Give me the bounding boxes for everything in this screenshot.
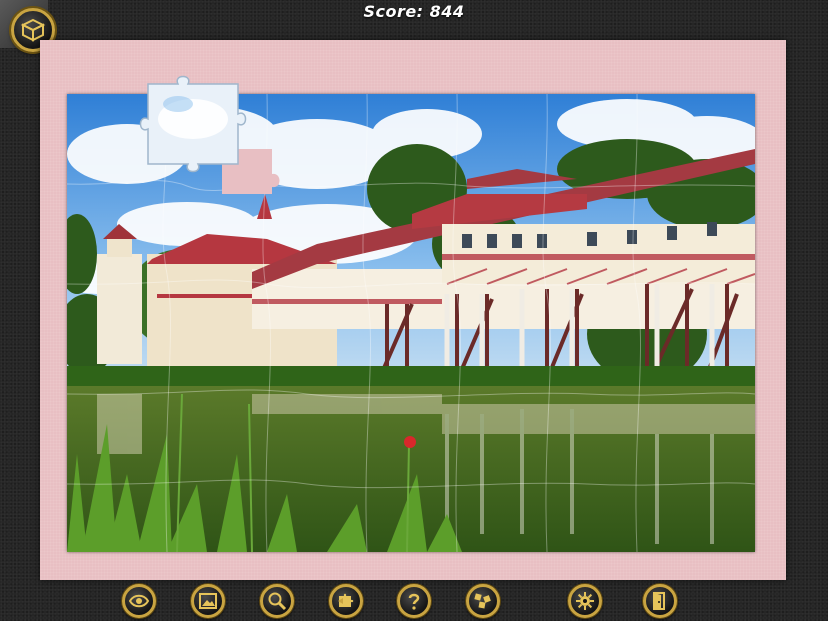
- background-button[interactable]: [191, 584, 225, 618]
- magnifier-icon: [268, 592, 287, 611]
- eye-icon: [129, 594, 149, 608]
- piece-shape-button[interactable]: [329, 584, 363, 618]
- settings-button[interactable]: [568, 584, 602, 618]
- question-mark-icon: [408, 593, 420, 610]
- score-display: Score: 844: [363, 2, 465, 21]
- edge-pieces-button[interactable]: [466, 584, 500, 618]
- preview-button[interactable]: [122, 584, 156, 618]
- hint-button[interactable]: [397, 584, 431, 618]
- picture-frame-icon: [199, 593, 217, 609]
- door-exit-icon: [653, 592, 665, 610]
- zoom-button[interactable]: [260, 584, 294, 618]
- exit-button[interactable]: [643, 584, 677, 618]
- gear-icon: [576, 592, 594, 610]
- loose-piece[interactable]: [138, 74, 248, 174]
- puzzle-piece-icon: [338, 593, 354, 607]
- scatter-pieces-icon: [474, 593, 491, 609]
